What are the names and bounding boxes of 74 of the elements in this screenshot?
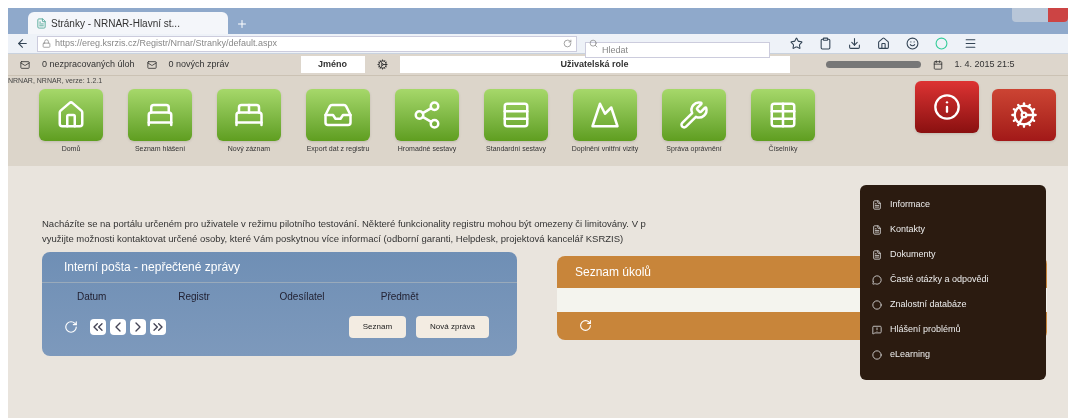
date-time: 1. 4. 2015 21:5 — [954, 57, 1015, 71]
clipboard-icon[interactable] — [819, 37, 832, 50]
menu-item[interactable]: Kontakty — [872, 220, 1034, 239]
table-button[interactable] — [751, 89, 815, 141]
new-tab-icon[interactable] — [236, 18, 248, 30]
last-page-icon[interactable] — [150, 319, 166, 335]
search-field[interactable]: Hledat — [585, 41, 770, 58]
settings-icon — [1010, 101, 1038, 129]
search-icon — [589, 38, 598, 48]
menu-item[interactable]: Hlášení problémů — [872, 320, 1034, 339]
document-icon — [872, 249, 882, 260]
house-icon — [56, 100, 86, 130]
panel-button[interactable]: Seznam — [348, 316, 407, 338]
task-icon — [20, 59, 30, 70]
menu-item[interactable]: Informace — [872, 195, 1034, 214]
extension-icon[interactable] — [935, 37, 948, 50]
menu-item[interactable]: Časté otázky a odpovědi — [872, 270, 1034, 289]
panel-button[interactable]: Nová zpráva — [416, 316, 489, 338]
column-header: Předmět — [380, 290, 420, 304]
mountain-button[interactable] — [573, 89, 637, 141]
circle-icon — [872, 349, 882, 360]
circle-icon — [872, 299, 882, 310]
document-icon — [872, 224, 882, 235]
mountain-icon — [590, 100, 620, 130]
wrench-button[interactable] — [662, 89, 726, 141]
mail-icon — [146, 59, 157, 70]
lock-icon — [42, 39, 51, 48]
list-button[interactable] — [484, 89, 548, 141]
settings-button[interactable] — [992, 89, 1056, 141]
menu-item[interactable]: Znalostní databáze — [872, 295, 1034, 314]
intro-text: využijte možnosti kontaktovat určené osoby, které Vám poskytnou více informací (odborní garanti, Helpdesk, projektová kancelář KSRZIS) — [42, 232, 624, 246]
reload-icon[interactable] — [563, 39, 572, 48]
tray-button[interactable] — [306, 89, 370, 141]
house-button[interactable] — [39, 89, 103, 141]
menu-item[interactable]: eLearning — [872, 345, 1034, 364]
column-header: Odesílatel — [279, 290, 326, 304]
panel-title: Seznam úkolů — [574, 264, 653, 281]
home-icon[interactable] — [877, 37, 890, 50]
star-icon[interactable] — [790, 37, 803, 50]
share-button[interactable] — [395, 89, 459, 141]
user-name: Jméno — [300, 55, 365, 74]
back-icon[interactable] — [16, 37, 29, 50]
bed-button[interactable] — [128, 89, 192, 141]
panel-title: Interní pošta - nepřečtené zprávy — [42, 252, 517, 283]
list-icon — [501, 100, 531, 130]
info-button[interactable] — [915, 81, 979, 133]
next-page-icon[interactable] — [130, 319, 146, 335]
column-header: Registr — [178, 290, 211, 304]
table-icon — [768, 100, 798, 130]
warning-bubble-icon — [872, 324, 882, 335]
wrench-icon — [679, 100, 709, 130]
bed-button[interactable] — [217, 89, 281, 141]
menu-item[interactable]: Dokumenty — [872, 245, 1034, 264]
first-page-icon[interactable] — [90, 319, 106, 335]
address-bar[interactable]: https://ereg.ksrzis.cz/Registr/Nrnar/Stranky/default.aspx — [37, 35, 577, 52]
share-icon — [412, 100, 442, 130]
refresh-icon[interactable] — [579, 319, 592, 332]
url-text: https://ereg.ksrzis.cz/Registr/Nrnar/Stranky/default.aspx — [55, 36, 279, 50]
intro-text: Nacházíte se na portálu určeném pro uživatele v režimu pilotního testování. Některé funkcionality registru mohou být omezeny či limitovány. V p — [42, 217, 646, 231]
info-icon — [933, 93, 961, 121]
tasks-link[interactable]: 0 nezpracovaných úloh — [42, 57, 135, 72]
calendar-icon — [932, 59, 943, 70]
settings-icon[interactable] — [376, 59, 388, 70]
previous-page-icon[interactable] — [110, 319, 126, 335]
menu-icon[interactable] — [964, 37, 977, 50]
document-icon — [872, 199, 882, 210]
messages-link[interactable]: 0 nových zpráv — [168, 57, 289, 72]
download-icon[interactable] — [848, 37, 861, 50]
speech-bubble-icon — [872, 274, 882, 285]
column-header: Datum — [77, 290, 108, 304]
refresh-icon[interactable] — [64, 320, 78, 334]
page-icon — [36, 17, 47, 29]
browser-tab[interactable]: Stránky - NRNAR-Hlavní st... — [28, 12, 228, 34]
face-icon[interactable] — [906, 37, 919, 50]
